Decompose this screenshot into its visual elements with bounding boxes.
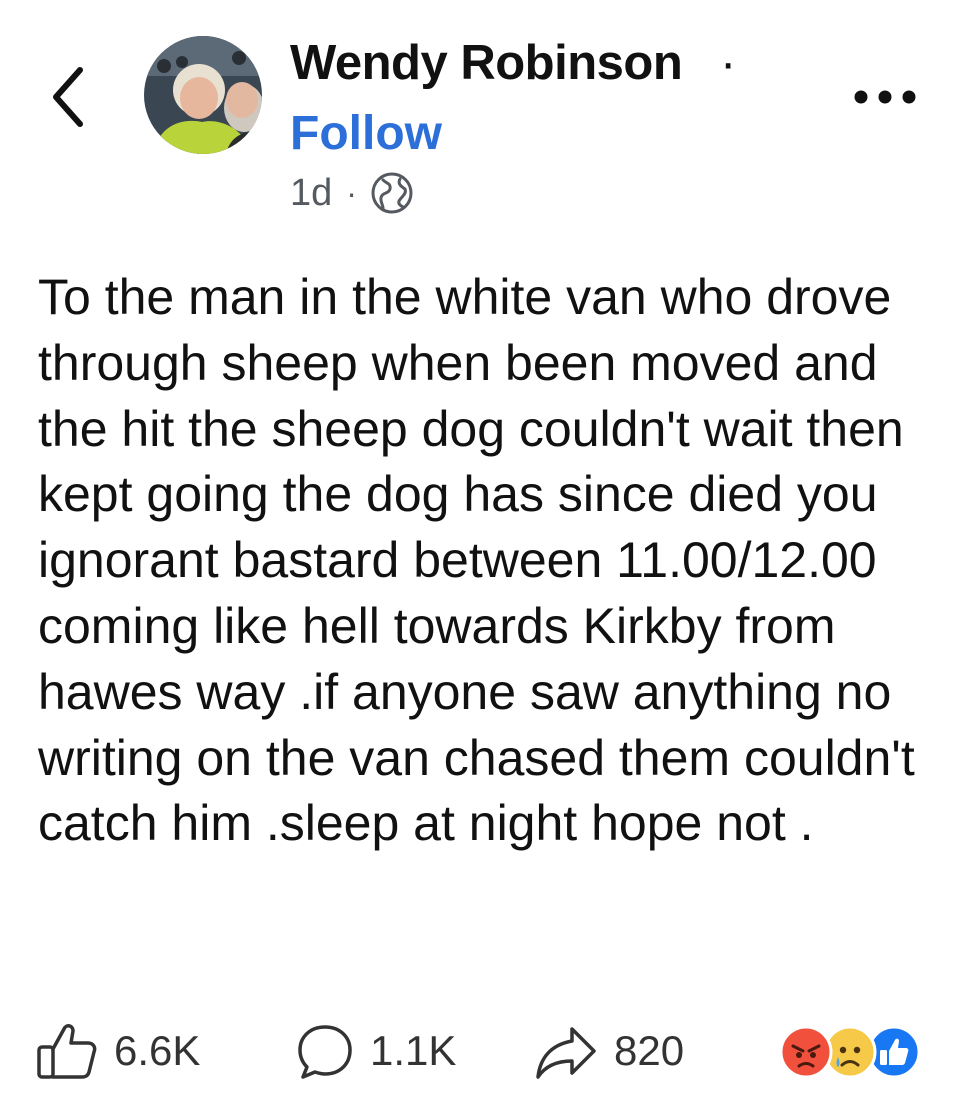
avatar-photo: [144, 36, 262, 154]
post-text: To the man in the white van who drove th…: [38, 269, 915, 852]
share-icon: [536, 1027, 596, 1079]
avatar[interactable]: [144, 36, 262, 154]
author-name[interactable]: Wendy Robinson: [290, 35, 683, 91]
share-count: 820: [614, 1027, 685, 1074]
post-time: 1d: [290, 171, 333, 214]
chevron-left-icon: [53, 67, 83, 127]
meta-separator: ·: [346, 174, 357, 211]
post-meta: 1d ·: [290, 168, 415, 218]
thumbs-up-icon: [37, 1024, 97, 1079]
back-button[interactable]: [44, 62, 94, 132]
more-options-icon: [854, 90, 916, 104]
angry-reaction-icon: [778, 1024, 834, 1080]
more-options-button[interactable]: [852, 84, 918, 110]
globe-icon[interactable]: [369, 170, 415, 216]
follow-button[interactable]: Follow: [290, 106, 442, 161]
like-count: 6.6K: [114, 1027, 201, 1074]
comment-count: 1.1K: [370, 1027, 457, 1074]
comment-button[interactable]: 1.1K: [296, 1016, 456, 1086]
name-separator: ·: [720, 36, 737, 90]
comment-icon: [298, 1025, 352, 1079]
reaction-summary[interactable]: [778, 1024, 928, 1084]
like-button[interactable]: 6.6K: [36, 1016, 200, 1086]
share-button[interactable]: 820: [534, 1016, 684, 1086]
